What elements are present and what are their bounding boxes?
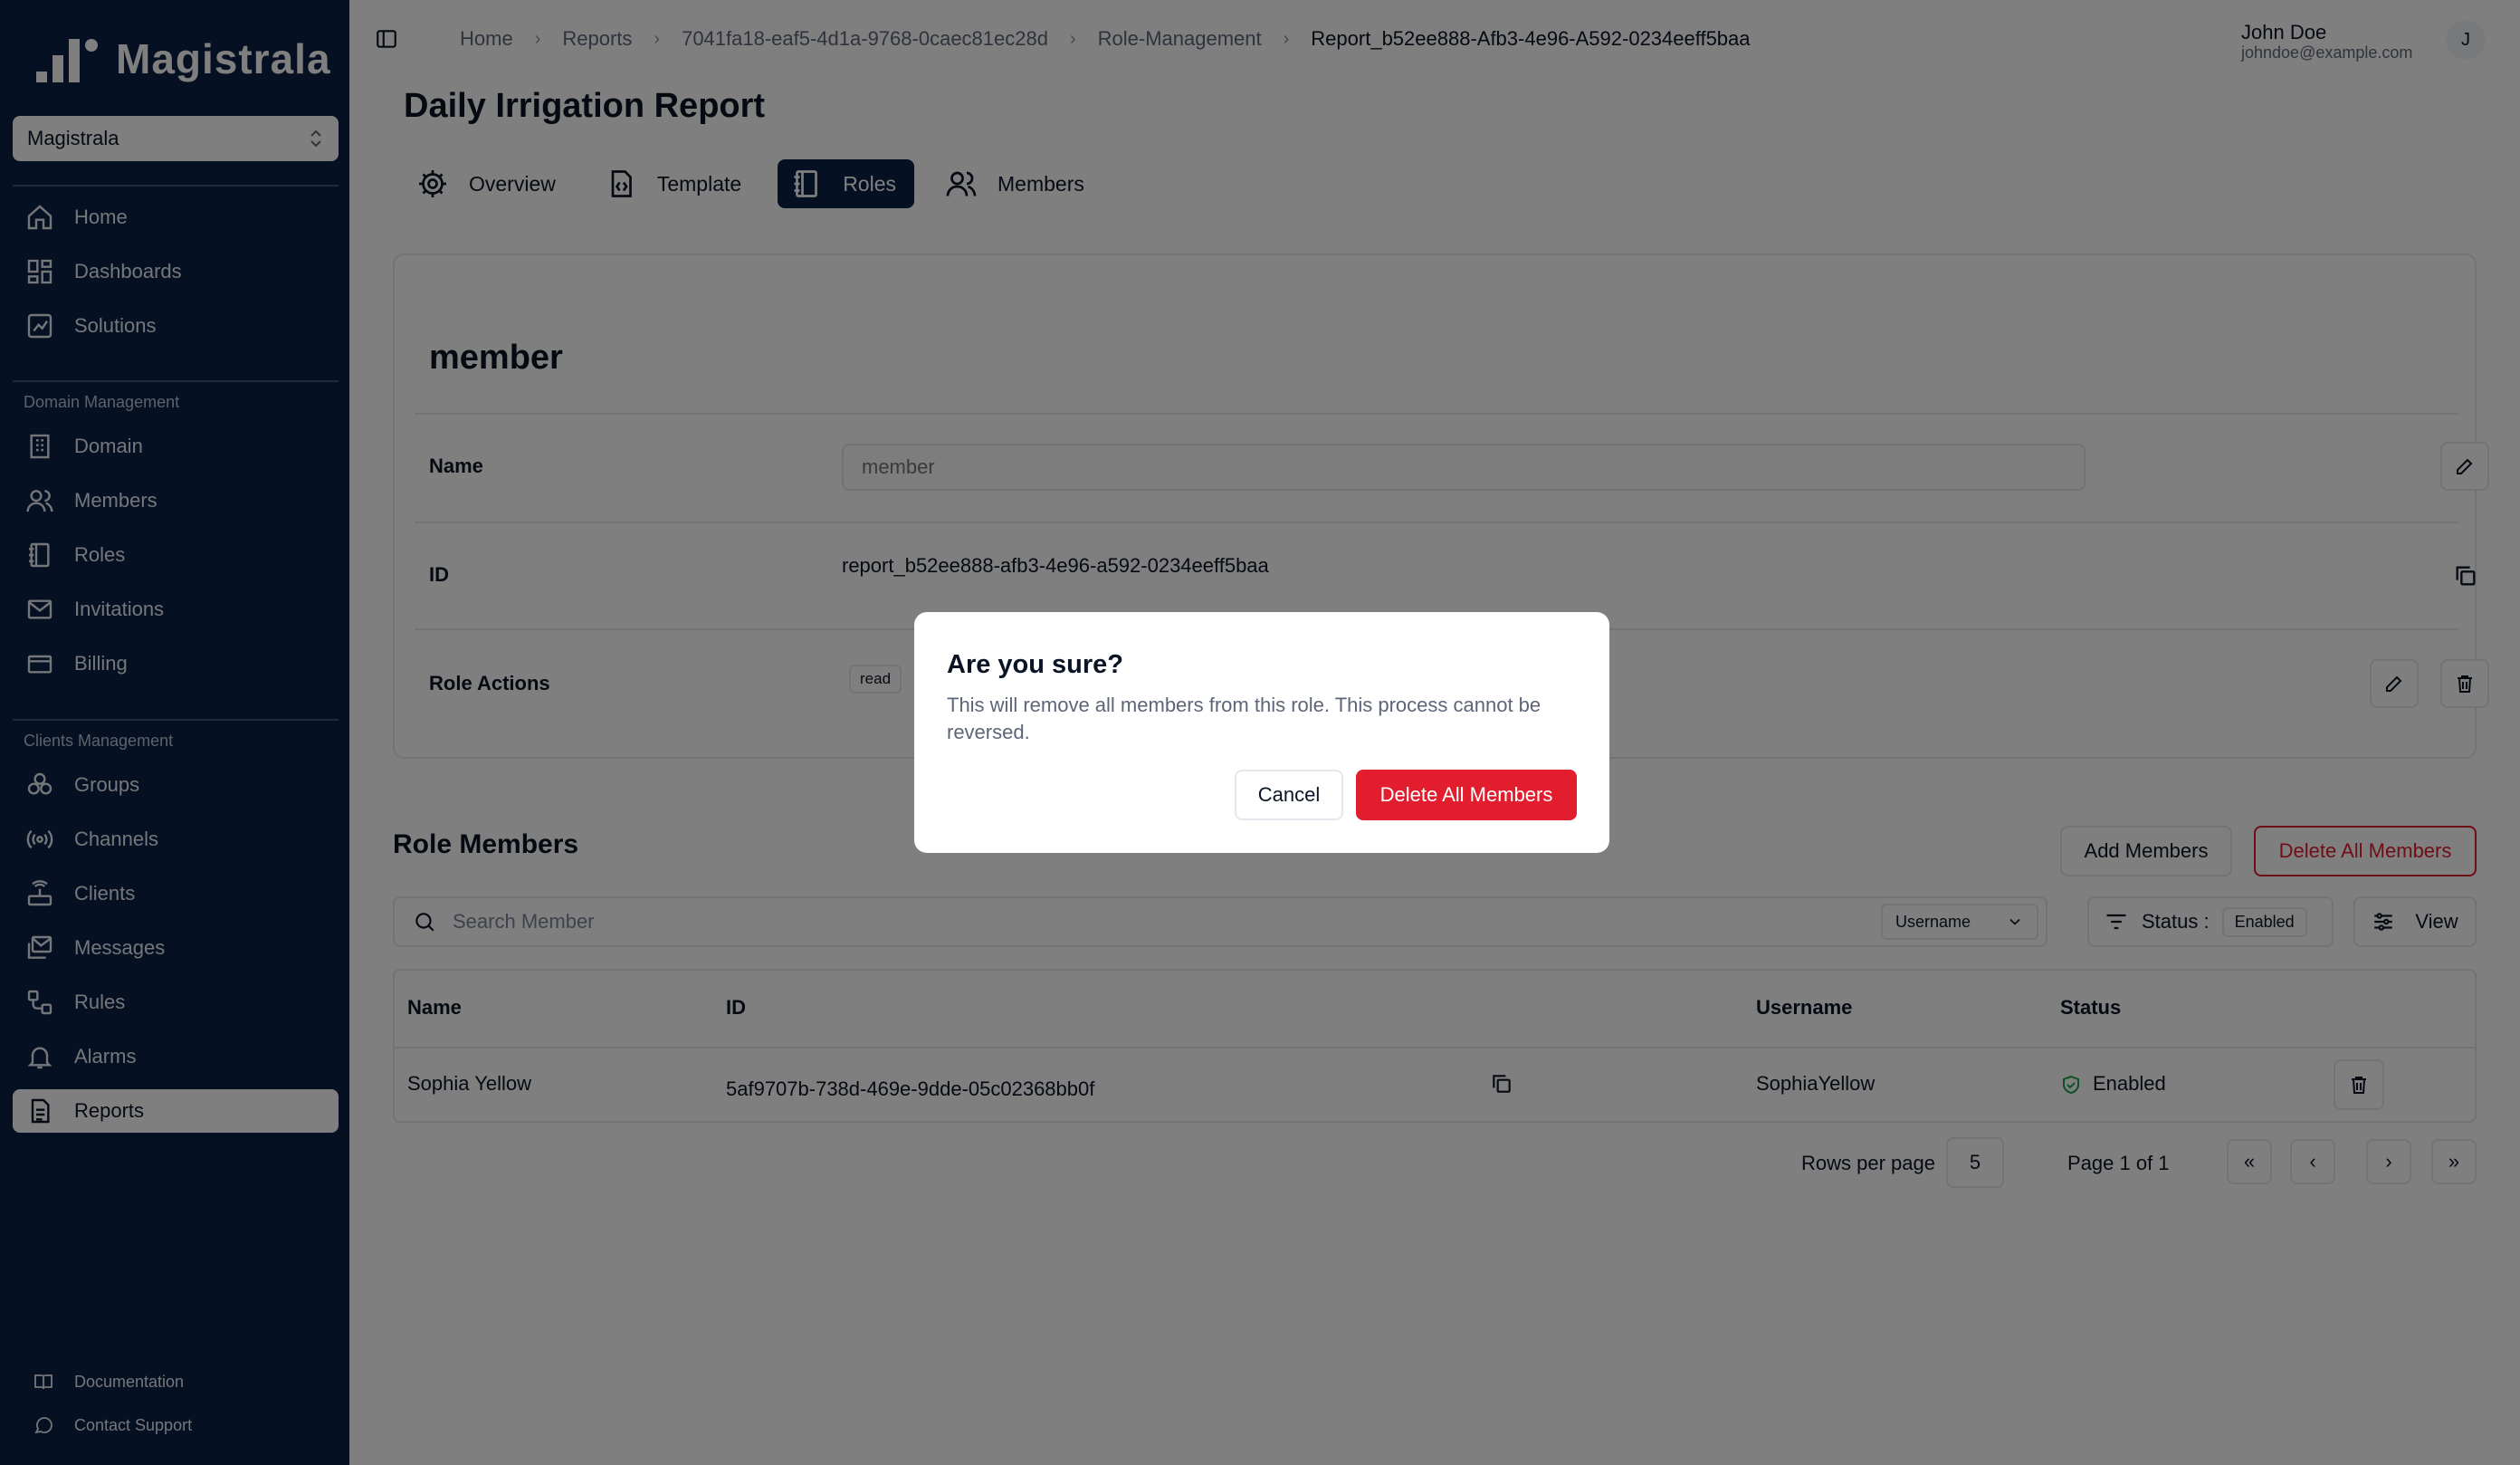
dialog-title: Are you sure? [947, 650, 1123, 679]
cancel-button[interactable]: Cancel [1235, 770, 1343, 820]
dialog-message: This will remove all members from this r… [947, 694, 1542, 743]
confirm-dialog: Are you sure? This will remove all membe… [914, 612, 1609, 853]
confirm-delete-all-members-button[interactable]: Delete All Members [1356, 770, 1577, 820]
